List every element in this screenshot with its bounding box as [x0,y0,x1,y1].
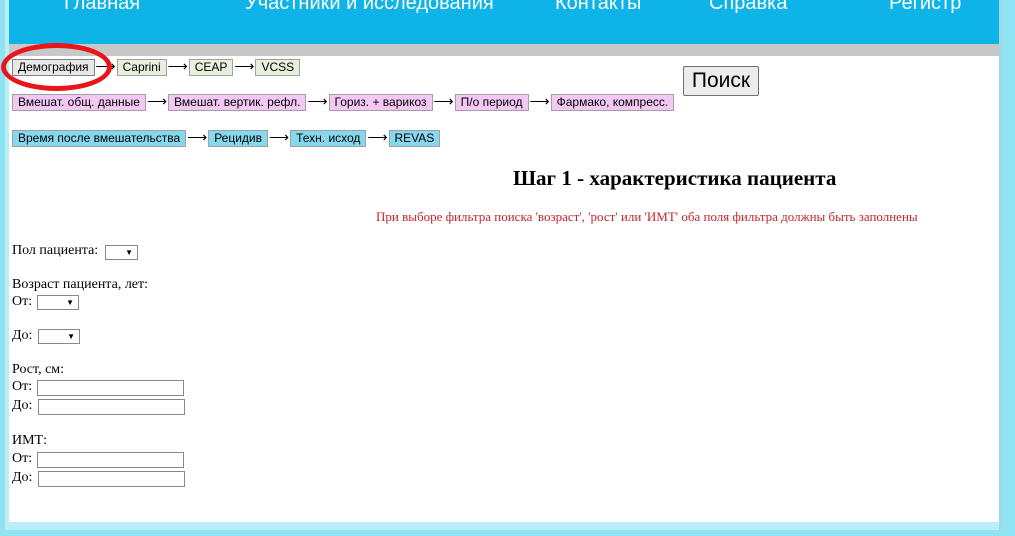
step-intervention-general[interactable]: Вмешат. общ. данные [12,94,146,111]
search-button[interactable]: Поиск [683,66,759,96]
nav-participants[interactable]: Участники и исследования [245,0,494,15]
nav-home[interactable]: Главная [64,0,140,15]
breadcrumb-row-2: Вмешат. общ. данные ⟶ Вмешат. вертик. ре… [12,94,675,111]
step-postop-period[interactable]: П/о период [454,94,529,111]
nav-help[interactable]: Справка [709,0,787,15]
age-from-select[interactable]: ▼ [37,295,79,310]
step-technical-outcome[interactable]: Техн. исход [290,130,367,147]
arrow-icon: ⟶ [234,60,255,75]
step-time-after-intervention[interactable]: Время после вмешательства [12,130,187,147]
step-vcss[interactable]: VCSS [255,59,301,76]
page-title: Шаг 1 - характеристика пациента [513,166,837,190]
step-ceap[interactable]: CEAP [188,59,234,76]
arrow-icon: ⟶ [367,131,388,146]
top-nav: Главная Участники и исследования Контакт… [9,0,999,44]
breadcrumb-row-1: Демография ⟶ Caprini ⟶ CEAP ⟶ VCSS [12,59,301,76]
height-to-input[interactable] [38,399,185,415]
height-from-input[interactable] [37,380,184,396]
arrow-icon: ⟶ [187,131,208,146]
height-to-label: До: [12,398,33,413]
breadcrumb-row-3: Время после вмешательства ⟶ Рецидив ⟶ Те… [12,130,441,147]
bmi-from-input[interactable] [37,452,184,468]
arrow-icon: ⟶ [529,95,550,110]
bmi-from-label: От: [12,451,33,466]
bmi-to-input[interactable] [38,471,185,487]
height-from-label: От: [12,379,33,394]
step-recurrence[interactable]: Рецидив [208,130,269,147]
age-label: Возраст пациента, лет: [12,277,149,292]
sex-select[interactable]: ▼ [105,245,138,260]
arrow-icon: ⟶ [167,60,188,75]
step-revas[interactable]: REVAS [388,130,441,147]
nav-registry[interactable]: Регистр [889,0,961,15]
height-label: Рост, см: [12,362,65,377]
step-pharmaco-compression[interactable]: Фармако, компресс. [550,94,675,111]
step-intervention-vertical-reflux[interactable]: Вмешат. вертик. рефл. [168,94,307,111]
arrow-icon: ⟶ [307,95,328,110]
age-to-select[interactable]: ▼ [38,329,80,344]
age-to-label: До: [12,328,33,343]
arrow-icon: ⟶ [146,95,168,110]
bmi-to-label: До: [12,470,33,485]
arrow-icon: ⟶ [433,95,454,110]
window-edge [999,0,1003,530]
step-demography[interactable]: Демография [12,59,95,76]
nav-divider [9,44,999,56]
filter-warning: При выборе фильтра поиска 'возраст', 'ро… [376,209,918,224]
main-content: Демография ⟶ Caprini ⟶ CEAP ⟶ VCSS Вмеша… [9,56,999,522]
age-from-label: От: [12,294,33,309]
bmi-label: ИМТ: [12,433,47,448]
nav-contacts[interactable]: Контакты [555,0,641,15]
step-horizontal-varicose[interactable]: Гориз. + варикоз [328,94,433,111]
arrow-icon: ⟶ [95,60,116,75]
arrow-icon: ⟶ [269,131,290,146]
sex-label: Пол пациента: [12,243,99,258]
step-caprini[interactable]: Caprini [116,59,167,76]
